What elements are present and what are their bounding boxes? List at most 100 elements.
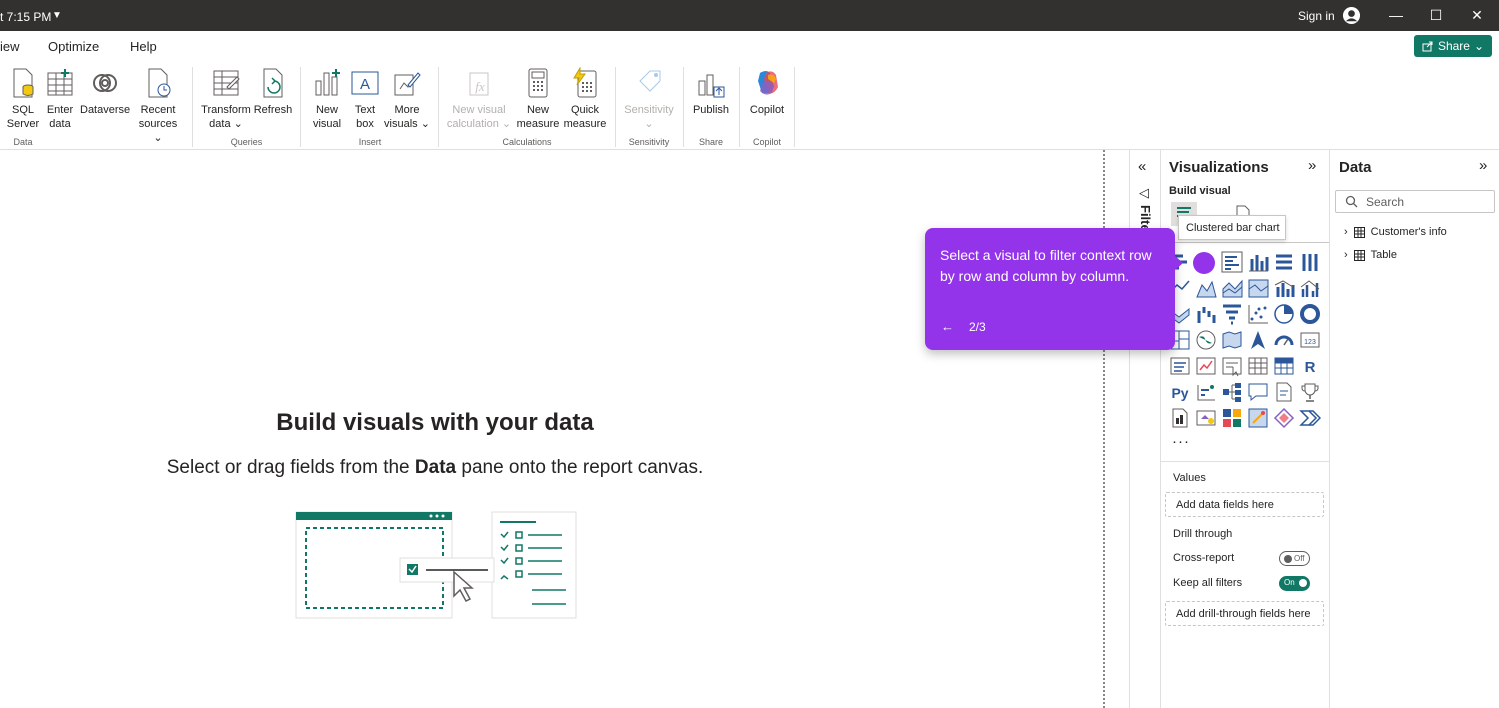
arrow-left-icon[interactable]: ← (941, 319, 954, 334)
kpi-icon[interactable] (1195, 355, 1217, 377)
100-stacked-column-chart-icon[interactable] (1299, 251, 1321, 273)
r-script-visual-icon[interactable]: R (1299, 355, 1321, 377)
minimize-button[interactable]: — (1386, 5, 1406, 25)
transform-data-button[interactable]: Transform data ⌄ (200, 67, 252, 131)
sign-in-button[interactable]: Sign in (1298, 9, 1335, 23)
share-label: Share (1437, 39, 1470, 53)
share-button[interactable]: Share ⌄ (1414, 35, 1492, 57)
table-name: Table (1370, 249, 1397, 261)
table-icon (1353, 226, 1365, 238)
power-apps-icon[interactable] (1195, 407, 1217, 429)
toggle-state: Off (1294, 554, 1305, 563)
key-influencers-icon[interactable] (1195, 381, 1217, 403)
azure-map-icon[interactable] (1247, 329, 1269, 351)
data-title: Data (1339, 159, 1372, 176)
text-box-button[interactable]: A Text box (348, 67, 382, 131)
sql-server-button[interactable]: SQL Server (6, 67, 40, 131)
chevron-down-icon: ⌄ (1473, 39, 1485, 53)
dataverse-button[interactable]: Dataverse (80, 67, 130, 117)
user-avatar-icon[interactable] (1342, 6, 1361, 25)
refresh-button[interactable]: Refresh (253, 67, 293, 117)
label-line2: ⌄ (644, 118, 654, 130)
label-line1: Refresh (253, 104, 293, 116)
data-pane: Data » Search › Customer's info › Table (1329, 150, 1499, 708)
publish-button[interactable]: Publish (690, 67, 732, 117)
double-chevron-right-icon[interactable]: » (1308, 157, 1316, 174)
matrix-icon[interactable] (1273, 355, 1295, 377)
stacked-column-chart-icon[interactable] (1247, 251, 1269, 273)
decomposition-tree-icon[interactable] (1221, 381, 1243, 403)
table-item-customers-info[interactable]: › Customer's info (1344, 226, 1447, 238)
recent-sources-button[interactable]: Recent sources ⌄ (133, 67, 183, 145)
close-button[interactable]: ✕ (1467, 5, 1487, 25)
line-and-clustered-column-chart-icon[interactable] (1299, 277, 1321, 299)
quick-measure-button[interactable]: Quick measure (562, 67, 608, 131)
100-stacked-area-chart-icon[interactable] (1247, 277, 1269, 299)
keep-all-filters-toggle[interactable]: On (1279, 576, 1310, 591)
funnel-chart-icon[interactable] (1221, 303, 1243, 325)
values-label: Values (1173, 472, 1206, 484)
coach-highlight-dot[interactable] (1193, 252, 1215, 274)
card-icon[interactable]: 123 (1299, 329, 1321, 351)
100-stacked-bar-chart-icon[interactable] (1273, 251, 1295, 273)
build-visual-illustration (295, 511, 577, 619)
menu-optimize[interactable]: Optimize (48, 39, 99, 54)
new-visual-button[interactable]: New visual (310, 67, 344, 131)
smart-narrative-icon[interactable] (1273, 381, 1295, 403)
table-visual-icon[interactable] (1247, 355, 1269, 377)
gauge-icon[interactable] (1273, 329, 1295, 351)
label-line2: measure (516, 118, 560, 130)
filled-map-icon[interactable] (1221, 329, 1243, 351)
build-visual-label: Build visual (1169, 185, 1231, 197)
more-visuals-button[interactable]: More visuals ⌄ (384, 67, 430, 131)
label-line2: data (49, 118, 71, 130)
cross-report-toggle[interactable]: Off (1279, 551, 1310, 566)
python-visual-icon[interactable]: Py (1169, 381, 1191, 403)
double-chevron-right-icon[interactable]: » (1479, 157, 1487, 174)
map-icon[interactable] (1195, 329, 1217, 351)
group-insert-label: Insert (358, 137, 382, 147)
quick-measure-icon (573, 67, 597, 98)
multi-row-card-icon[interactable] (1169, 355, 1191, 377)
new-measure-button[interactable]: New measure (515, 67, 561, 131)
qa-visual-icon[interactable] (1247, 381, 1269, 403)
arcgis-map-icon[interactable] (1247, 407, 1269, 429)
chevron-right-icon[interactable]: › (1344, 249, 1348, 261)
scatter-chart-icon[interactable] (1247, 303, 1269, 325)
dataverse-icon (93, 74, 117, 92)
menu-help[interactable]: Help (130, 39, 157, 54)
area-chart-icon[interactable] (1195, 277, 1217, 299)
refresh-icon (263, 68, 283, 98)
stacked-area-chart-icon[interactable] (1221, 277, 1243, 299)
maximize-button[interactable]: ☐ (1426, 5, 1446, 25)
donut-chart-icon[interactable] (1299, 303, 1321, 325)
group-share-label: Share (698, 137, 724, 147)
clustered-bar-chart-icon[interactable] (1221, 251, 1243, 273)
table-item-table[interactable]: › Table (1344, 249, 1397, 261)
copilot-button[interactable]: Copilot (745, 67, 789, 117)
values-field-well[interactable]: Add data fields here (1165, 492, 1324, 517)
group-calculations-label: Calculations (502, 137, 552, 147)
more-options-icon[interactable]: ··· (1172, 433, 1190, 450)
goals-trophy-icon[interactable] (1299, 381, 1321, 403)
menu-view[interactable]: iew (0, 39, 20, 54)
metrics-diamond-icon[interactable] (1273, 407, 1295, 429)
text-box-icon: A (351, 71, 379, 95)
double-chevron-left-icon[interactable]: « (1138, 158, 1146, 175)
caret-down-icon[interactable]: ▼ (52, 10, 62, 21)
chevron-right-icon[interactable]: › (1344, 226, 1348, 238)
power-automate-flow-icon[interactable] (1299, 407, 1321, 429)
paginated-report-icon[interactable] (1169, 407, 1191, 429)
drill-through-label: Drill through (1173, 528, 1233, 540)
line-and-stacked-column-chart-icon[interactable] (1273, 277, 1295, 299)
pie-chart-icon[interactable] (1273, 303, 1295, 325)
data-search-input[interactable]: Search (1335, 190, 1495, 213)
enter-data-button[interactable]: Enter data (43, 67, 77, 131)
drill-through-field-well[interactable]: Add drill-through fields here (1165, 601, 1324, 626)
label-line1: Copilot (749, 104, 785, 116)
ribbon-divider (615, 67, 616, 147)
waterfall-chart-icon[interactable] (1195, 303, 1217, 325)
slicer-icon[interactable] (1221, 355, 1243, 377)
ribbon-divider (300, 67, 301, 147)
power-automate-icon[interactable] (1221, 407, 1243, 429)
